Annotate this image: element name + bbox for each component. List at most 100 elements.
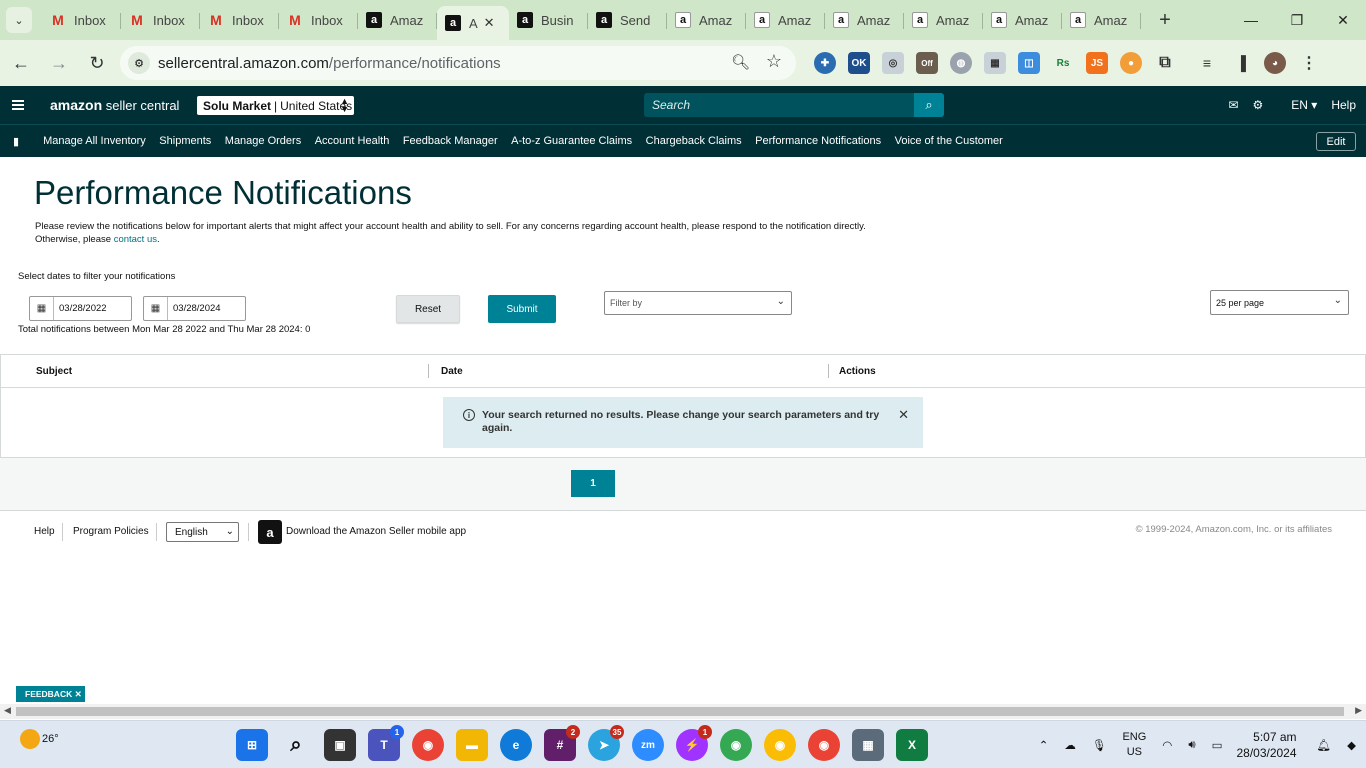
bookmark-icon[interactable]: ▮ [13, 135, 19, 148]
copilot-icon[interactable]: ◆ [1347, 738, 1356, 752]
nav-shipments[interactable]: Shipments [159, 135, 211, 147]
calendar-icon[interactable]: ▦ [30, 297, 54, 320]
help-link[interactable]: Help [1331, 98, 1356, 112]
browser-tab[interactable]: M Inbox [42, 4, 121, 36]
browser-tab[interactable]: a Amaz [358, 4, 437, 36]
edge-icon[interactable]: e [500, 729, 532, 761]
reload-button[interactable]: ↻ [80, 46, 114, 80]
settings-gear-icon[interactable]: ⚙ [1253, 98, 1264, 112]
extensions-puzzle-icon[interactable]: ⧉ [1154, 52, 1176, 74]
browser-tab[interactable]: M Inbox [200, 4, 279, 36]
wifi-icon[interactable]: ◠ [1162, 738, 1172, 752]
per-page-select[interactable]: 25 per page ⌄ [1210, 290, 1349, 315]
site-info-icon[interactable]: ⚙ [128, 52, 150, 74]
end-date-field[interactable]: ▦ 03/28/2024 [143, 296, 246, 321]
browser-tab[interactable]: a Amaz [667, 4, 746, 36]
browser-tab[interactable]: a A ✕ [437, 6, 509, 40]
chrome-profile-icon[interactable]: ◉ [720, 729, 752, 761]
excel-icon[interactable]: X [896, 729, 928, 761]
nav-performance-notifications[interactable]: Performance Notifications [755, 135, 881, 147]
extension-icon[interactable]: ● [1120, 52, 1142, 74]
search-input[interactable]: Search [644, 93, 915, 117]
task-view-icon[interactable]: ▣ [324, 729, 356, 761]
volume-icon[interactable]: 🔊︎ [1188, 739, 1195, 752]
scrollbar-thumb[interactable] [16, 707, 1344, 716]
messenger-icon[interactable]: ⚡ 1 [676, 725, 712, 761]
reset-button[interactable]: Reset [396, 295, 460, 323]
forward-button[interactable]: → [42, 46, 76, 80]
close-tab-icon[interactable]: ✕ [484, 15, 495, 31]
browser-tab[interactable]: M Inbox [121, 4, 200, 36]
new-tab-button[interactable]: + [1151, 6, 1179, 34]
extension-qr-icon[interactable]: ▦ [984, 52, 1006, 74]
amazon-app-icon[interactable]: a [258, 520, 282, 544]
zoom-app-icon[interactable]: zm [632, 729, 664, 761]
footer-help-link[interactable]: Help [34, 526, 55, 537]
nav-voice-of-customer[interactable]: Voice of the Customer [895, 135, 1003, 147]
submit-button[interactable]: Submit [488, 295, 556, 323]
reading-list-icon[interactable]: ≡ [1196, 52, 1218, 74]
url-text[interactable]: sellercentral.amazon.com/performance/not… [158, 55, 501, 72]
search-button[interactable]: ⌕ [914, 93, 944, 117]
minimize-button[interactable]: — [1228, 0, 1274, 40]
bookmark-star-icon[interactable]: ☆ [766, 51, 782, 72]
browser-tab[interactable]: a Amaz [825, 4, 904, 36]
browser-tab[interactable]: a Amaz [983, 4, 1062, 36]
download-app-link[interactable]: Download the Amazon Seller mobile app [286, 526, 466, 537]
weather-widget[interactable]: 26° [20, 729, 59, 749]
column-subject[interactable]: Subject [36, 366, 72, 377]
battery-icon[interactable]: ▭ [1212, 738, 1223, 752]
chrome-icon[interactable]: ◉ [412, 729, 444, 761]
amazon-seller-central-logo[interactable]: amazon seller central [50, 97, 179, 113]
browser-tab[interactable]: a Amaz [746, 4, 825, 36]
file-explorer-icon[interactable]: ▬ [456, 729, 488, 761]
telegram-icon[interactable]: ➤ 35 [588, 725, 624, 761]
extension-icon[interactable]: ◫ [1018, 52, 1040, 74]
teams-icon[interactable]: T1 [368, 725, 404, 761]
scroll-right-arrow-icon[interactable]: ▶ [1355, 705, 1362, 716]
browser-menu-icon[interactable]: ⋮ [1298, 52, 1320, 74]
extension-icon[interactable]: ✚ [814, 52, 836, 74]
zoom-icon[interactable]: 🔍︎ [731, 53, 750, 71]
nav-chargeback-claims[interactable]: Chargeback Claims [646, 135, 742, 147]
nav-manage-orders[interactable]: Manage Orders [225, 135, 301, 147]
close-window-button[interactable]: ✕ [1320, 0, 1366, 40]
filter-by-select[interactable]: Filter by ⌄ [604, 291, 792, 315]
language-selector[interactable]: EN ▾ [1277, 98, 1317, 112]
tab-search-button[interactable]: ⌄ [6, 7, 32, 33]
calendar-icon[interactable]: ▦ [144, 297, 168, 320]
extension-globe-icon[interactable]: ◍ [950, 52, 972, 74]
browser-tab[interactable]: a Amaz [1062, 4, 1141, 36]
program-policies-link[interactable]: Program Policies [73, 526, 149, 537]
feedback-button[interactable]: FEEDBACK ✕ [16, 686, 85, 702]
extension-ok-icon[interactable]: OK [848, 52, 870, 74]
microphone-icon[interactable]: 🎙︎ [1092, 738, 1107, 752]
slack-icon[interactable]: #2 [544, 725, 580, 761]
chrome-profile-icon[interactable]: ◉ [764, 729, 796, 761]
edit-bookmarks-button[interactable]: Edit [1316, 132, 1356, 151]
extension-rs-icon[interactable]: Rs [1052, 52, 1074, 74]
contact-us-link[interactable]: contact us [114, 234, 157, 245]
footer-language-select[interactable]: English ⌄ [166, 522, 239, 542]
close-icon[interactable]: ✕ [898, 408, 909, 421]
page-button[interactable]: 1 [571, 470, 615, 497]
back-button[interactable]: ← [4, 46, 38, 80]
extension-icon[interactable]: ◎ [882, 52, 904, 74]
side-panel-icon[interactable]: ▐ [1230, 52, 1252, 74]
extension-off-icon[interactable]: Off [916, 52, 938, 74]
maximize-button[interactable]: ❐ [1274, 0, 1320, 40]
browser-tab[interactable]: a Busin [509, 4, 588, 36]
browser-tab[interactable]: M Inbox [279, 4, 358, 36]
start-date-field[interactable]: ▦ 03/28/2022 [29, 296, 132, 321]
nav-account-health[interactable]: Account Health [315, 135, 390, 147]
nav-feedback-manager[interactable]: Feedback Manager [403, 135, 498, 147]
input-language-indicator[interactable]: ENG US [1122, 730, 1146, 760]
start-windows-icon[interactable]: ⊞ [236, 729, 268, 761]
extension-js-icon[interactable]: JS [1086, 52, 1108, 74]
browser-tab[interactable]: a Amaz [904, 4, 983, 36]
nav-manage-inventory[interactable]: Manage All Inventory [43, 135, 146, 147]
profile-avatar[interactable]: ◕ [1264, 52, 1286, 74]
onedrive-icon[interactable]: ☁ [1064, 738, 1076, 752]
marketplace-switcher[interactable]: Solu Market | United States ▲ ▼ [197, 96, 354, 115]
column-date[interactable]: Date [441, 366, 463, 377]
